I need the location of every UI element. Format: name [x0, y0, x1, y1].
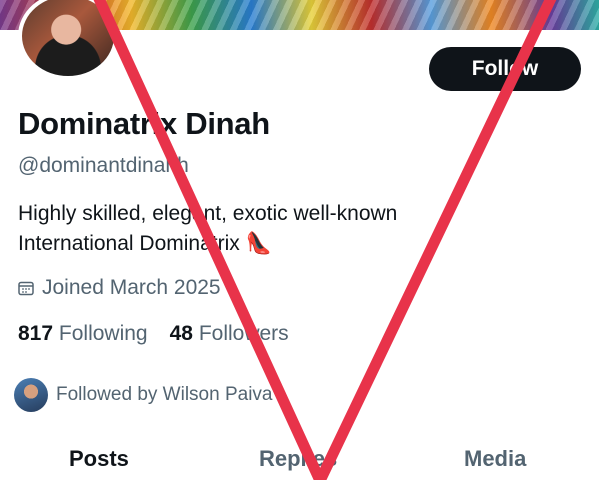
bio-line-1: Highly skilled, elegant, exotic well-kno…	[18, 202, 398, 225]
bio-line-2-text: International Dominatrix	[18, 232, 240, 255]
followers-link[interactable]: 48 Followers	[170, 322, 289, 346]
tab-posts[interactable]: Posts	[69, 446, 129, 472]
calendar-icon	[18, 281, 34, 296]
bio-line-2: International Dominatrix 👠	[18, 229, 488, 259]
high-heel-emoji: 👠	[245, 232, 272, 255]
follow-stats: 817 Following 48 Followers	[18, 322, 289, 346]
profile-bio: Highly skilled, elegant, exotic well-kno…	[18, 199, 488, 259]
profile-handle: @dominantdinahh	[18, 154, 189, 177]
following-link[interactable]: 817 Following	[18, 322, 148, 346]
follow-button[interactable]: Follow	[429, 47, 581, 91]
tab-replies[interactable]: Replies	[259, 446, 337, 472]
following-count: 817	[18, 322, 54, 345]
followers-label: Followers	[198, 322, 289, 345]
joined-date: Joined March 2025	[18, 276, 221, 300]
profile-tabs: Posts Replies Media	[0, 440, 599, 480]
follower-avatar	[14, 378, 48, 412]
followers-count: 48	[169, 322, 193, 345]
profile-avatar[interactable]	[18, 0, 118, 80]
following-label: Following	[58, 322, 148, 345]
followed-by[interactable]: Followed by Wilson Paiva	[14, 378, 272, 412]
tab-media[interactable]: Media	[464, 446, 526, 472]
followed-by-text: Followed by Wilson Paiva	[56, 384, 273, 405]
profile-name: Dominatrix Dinah	[18, 106, 270, 141]
joined-text: Joined March 2025	[42, 276, 221, 299]
